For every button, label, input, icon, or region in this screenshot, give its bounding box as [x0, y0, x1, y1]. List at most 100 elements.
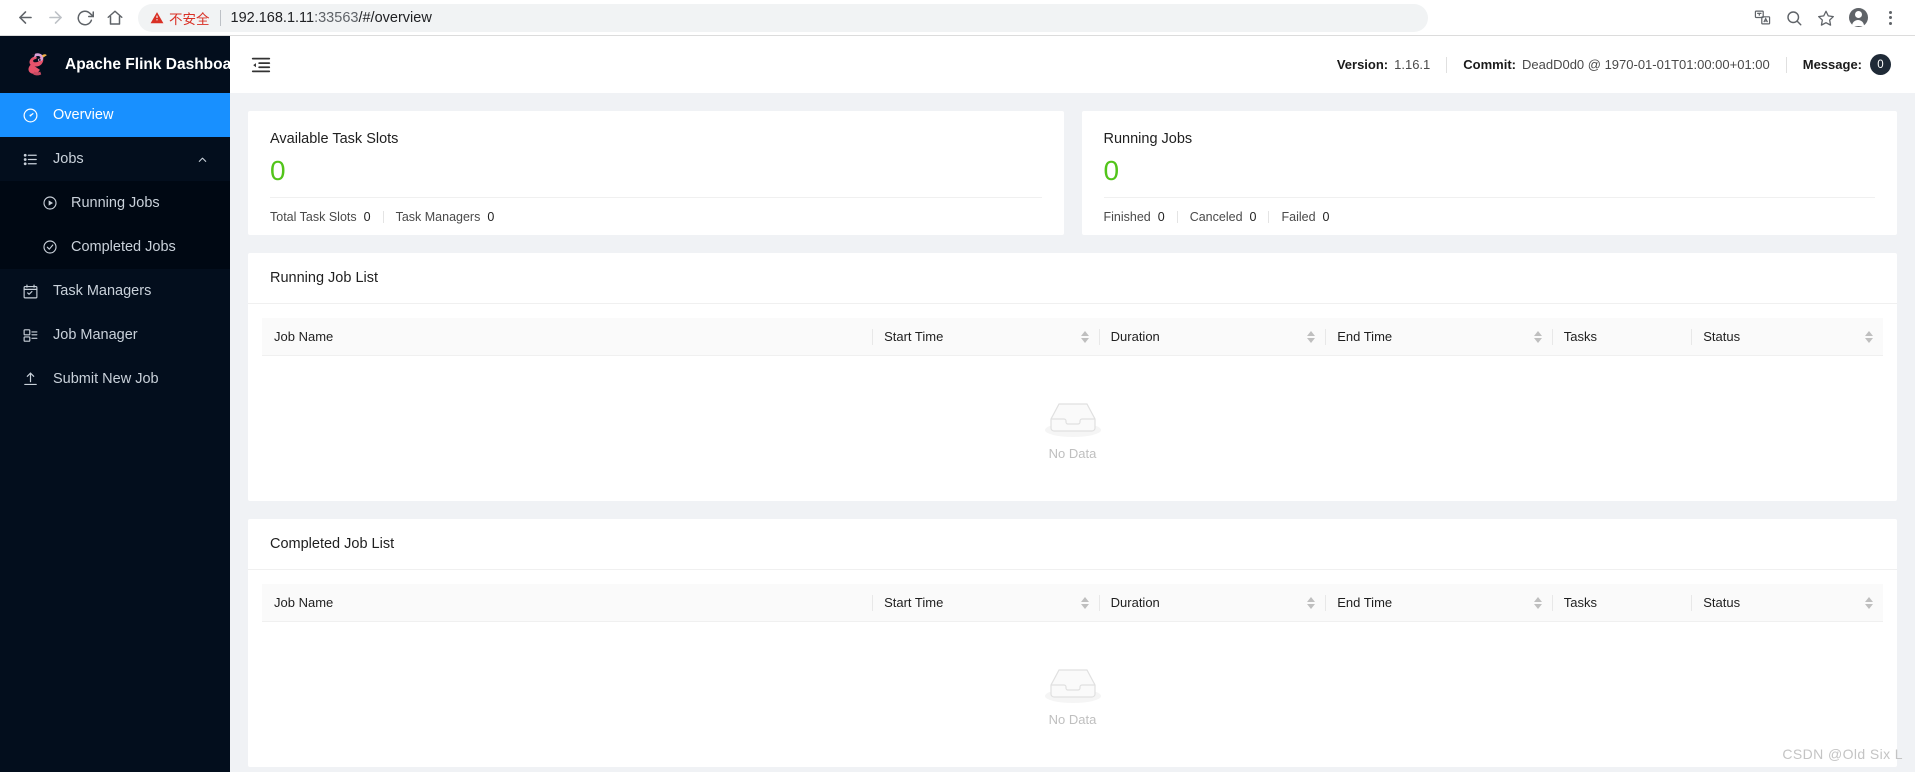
url-port: :33563 [314, 9, 359, 26]
browser-forward-button[interactable] [40, 3, 70, 33]
flink-squirrel-logo [28, 52, 47, 75]
sort-icon[interactable] [1865, 330, 1873, 343]
metric-finished: Finished 0 [1104, 210, 1165, 224]
browser-home-button[interactable] [100, 3, 130, 33]
sidebar-item-label: Job Manager [53, 327, 138, 343]
sidebar-item-jobs[interactable]: Jobs [0, 137, 230, 181]
card-metrics: Finished 0 Canceled 0 Failed 0 [1104, 198, 1876, 224]
sort-icon[interactable] [1307, 330, 1316, 343]
version-info: Version: 1.16.1 [1337, 57, 1430, 72]
translate-icon[interactable] [1747, 3, 1777, 33]
sidebar-item-submit-new-job[interactable]: Submit New Job [0, 357, 230, 401]
sidebar-item-job-manager[interactable]: Job Manager [0, 313, 230, 357]
empty-text: No Data [1048, 711, 1097, 727]
brand-header[interactable]: Apache Flink Dashboard [0, 36, 247, 93]
column-header-start-time[interactable]: Start Time [872, 318, 1099, 356]
running-job-list-card: Running Job List Job Name Start Time Dur… [248, 253, 1897, 501]
meta-divider [1446, 56, 1448, 73]
message-info[interactable]: Message: [1803, 57, 1862, 72]
sidebar-item-task-managers[interactable]: Task Managers [0, 269, 230, 313]
sidebar-item-completed-jobs[interactable]: Completed Jobs [0, 225, 230, 269]
sort-icon[interactable] [1307, 596, 1316, 609]
sidebar-item-label: Overview [53, 107, 114, 123]
search-icon[interactable] [1779, 3, 1809, 33]
play-circle-icon [42, 195, 58, 211]
chevron-up-icon[interactable] [197, 154, 208, 165]
sidebar-item-label: Submit New Job [53, 371, 159, 387]
browser-toolbar: 不安全 192.168.1.11:33563/#/overview [0, 0, 1915, 36]
metric-divider [382, 211, 384, 224]
insecure-label: 不安全 [169, 11, 210, 27]
version-value: 1.16.1 [1394, 57, 1431, 72]
empty-state: No Data [262, 356, 1883, 501]
column-label: Status [1703, 595, 1741, 610]
column-label: Tasks [1563, 329, 1598, 344]
table-container: Job Name Start Time Duration End Time Ta… [248, 570, 1897, 767]
column-label: Duration [1110, 595, 1160, 610]
browser-reload-button[interactable] [70, 3, 100, 33]
sort-icon[interactable] [1865, 596, 1873, 609]
column-header-duration[interactable]: Duration [1098, 584, 1326, 622]
metric-divider [1176, 211, 1178, 224]
dashboard-icon [22, 107, 39, 124]
card-title: Completed Job List [248, 519, 1897, 570]
version-label: Version: [1336, 57, 1389, 72]
column-header-status[interactable]: Status [1691, 584, 1883, 622]
empty-text: No Data [1048, 445, 1097, 461]
table-header-row: Job Name Start Time Duration End Time Ta… [262, 584, 1883, 622]
column-label: End Time [1337, 595, 1393, 610]
metric-label: Finished [1103, 210, 1151, 225]
column-header-tasks[interactable]: Tasks [1551, 584, 1692, 622]
sidebar-item-label: Running Jobs [71, 195, 160, 211]
metric-label: Canceled [1189, 210, 1243, 225]
profile-avatar-icon[interactable] [1843, 3, 1873, 33]
column-header-start-time[interactable]: Start Time [872, 584, 1099, 622]
overview-content: Available Task Slots 0 Total Task Slots … [230, 93, 1915, 772]
column-header-end-time[interactable]: End Time [1325, 318, 1552, 356]
commit-info: Commit: DeadD0d0 @ 1970-01-01T01:00:00+0… [1463, 57, 1769, 72]
app-topbar: Version: 1.16.1 Commit: DeadD0d0 @ 1970-… [230, 36, 1915, 93]
commit-value: DeadD0d0 @ 1970-01-01T01:00:00+01:00 [1522, 57, 1770, 72]
column-header-tasks[interactable]: Tasks [1551, 318, 1692, 356]
column-label: Job Name [274, 329, 334, 344]
more-menu-icon[interactable] [1875, 3, 1905, 33]
running-job-table: Job Name Start Time Duration End Time Ta… [262, 318, 1883, 356]
metric-total-task-slots: Total Task Slots 0 [270, 210, 371, 224]
column-header-job-name[interactable]: Job Name [262, 318, 873, 356]
column-header-duration[interactable]: Duration [1098, 318, 1326, 356]
menu-fold-icon[interactable] [250, 54, 272, 76]
card-title: Running Job List [248, 253, 1897, 304]
url-host: 192.168.1.11 [230, 9, 315, 26]
completed-job-list-card: Completed Job List Job Name Start Time D… [248, 519, 1897, 767]
address-bar[interactable]: 不安全 192.168.1.11:33563/#/overview [138, 3, 1737, 32]
meta-divider [1785, 56, 1787, 73]
sidebar-item-label: Jobs [53, 151, 84, 167]
bookmark-star-icon[interactable] [1811, 3, 1841, 33]
column-label: Start Time [884, 595, 944, 610]
sidebar-item-running-jobs[interactable]: Running Jobs [0, 181, 230, 225]
column-label: Status [1703, 329, 1741, 344]
insecure-warning[interactable]: 不安全 [150, 8, 210, 28]
job-manager-icon [22, 327, 39, 344]
upload-icon [22, 371, 39, 388]
message-count-badge[interactable]: 0 [1870, 54, 1891, 75]
metric-label: Task Managers [395, 210, 481, 225]
sort-icon[interactable] [1533, 330, 1542, 343]
column-header-status[interactable]: Status [1691, 318, 1883, 356]
metric-value: 0 [363, 210, 371, 225]
metric-divider [1268, 211, 1270, 224]
sort-icon[interactable] [1533, 596, 1542, 609]
browser-back-button[interactable] [10, 3, 40, 33]
column-header-job-name[interactable]: Job Name [262, 584, 873, 622]
column-header-end-time[interactable]: End Time [1325, 584, 1552, 622]
stat-value: 0 [1103, 155, 1120, 186]
metric-value: 0 [1322, 210, 1330, 225]
sort-icon[interactable] [1080, 330, 1089, 343]
message-label: Message: [1802, 57, 1862, 72]
sidebar-item-overview[interactable]: Overview [0, 93, 230, 137]
empty-state: No Data [262, 622, 1883, 767]
column-label: Tasks [1563, 595, 1598, 610]
card-metrics: Total Task Slots 0 Task Managers 0 [270, 198, 1042, 224]
flink-dashboard-app: Apache Flink Dashboard Overview Jobs Run… [0, 36, 1915, 772]
sort-icon[interactable] [1080, 596, 1089, 609]
